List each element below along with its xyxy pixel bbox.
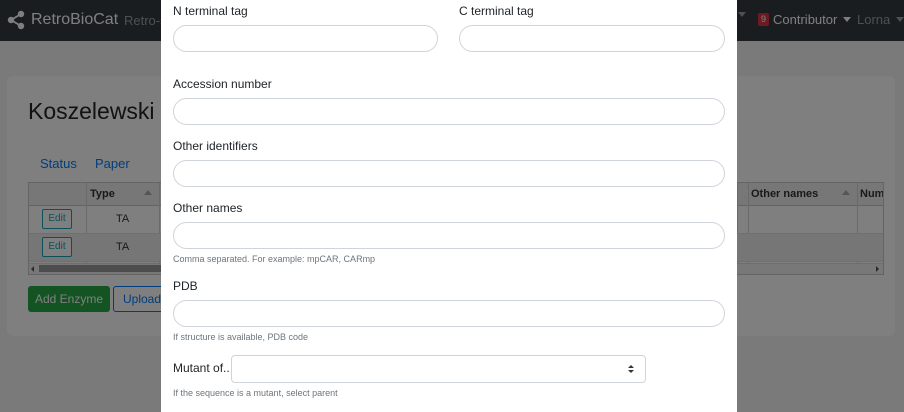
- mutant-of-label: Mutant of..: [173, 361, 230, 375]
- other-names-label: Other names: [173, 201, 243, 215]
- select-updown-icon: [628, 365, 636, 375]
- other-names-help: Comma separated. For example: mpCAR, CAR…: [173, 254, 376, 264]
- mutant-of-help: If the sequence is a mutant, select pare…: [173, 388, 338, 398]
- other-identifiers-input[interactable]: [173, 160, 725, 187]
- c-terminal-tag-input[interactable]: [459, 25, 725, 52]
- accession-number-input[interactable]: [173, 98, 725, 125]
- pdb-label: PDB: [173, 279, 198, 293]
- enzyme-form-modal: N terminal tag C terminal tag Accession …: [161, 0, 737, 412]
- c-terminal-tag-label: C terminal tag: [459, 4, 534, 18]
- mutant-of-select[interactable]: [231, 355, 646, 383]
- other-names-input[interactable]: [173, 222, 725, 249]
- accession-number-label: Accession number: [173, 77, 272, 91]
- n-terminal-tag-label: N terminal tag: [173, 4, 248, 18]
- pdb-help: If structure is available, PDB code: [173, 332, 309, 342]
- pdb-input[interactable]: [173, 300, 725, 327]
- other-identifiers-label: Other identifiers: [173, 139, 258, 153]
- n-terminal-tag-input[interactable]: [173, 25, 438, 52]
